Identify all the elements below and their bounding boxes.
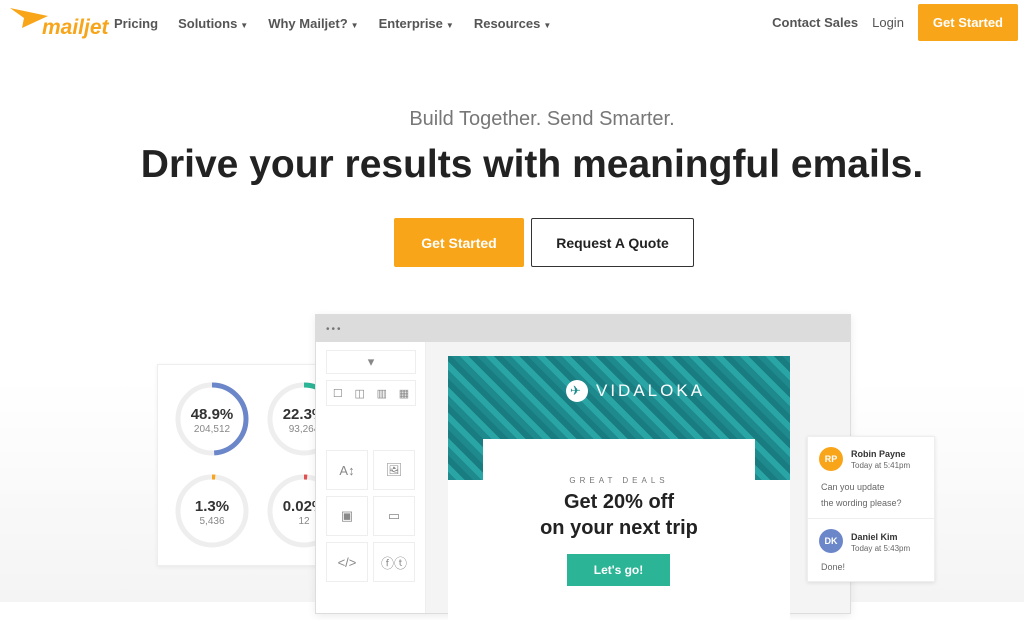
nav-item[interactable]: Why Mailjet? ▼: [268, 16, 358, 31]
three-column-icon[interactable]: ▥: [377, 387, 387, 400]
html-block-icon[interactable]: </>: [326, 542, 368, 582]
nav-get-started-button[interactable]: Get Started: [917, 4, 1018, 41]
stat-count: 5,436: [199, 516, 225, 527]
email-eyebrow: GREAT DEALS: [569, 476, 669, 485]
social-block-icon[interactable]: ⓕⓣ: [373, 542, 415, 582]
lets-go-button[interactable]: Let's go!: [567, 554, 670, 586]
nav-item[interactable]: Pricing: [114, 16, 158, 31]
one-column-icon[interactable]: ☐: [333, 387, 343, 400]
avatar: RP: [819, 447, 843, 471]
nav-item[interactable]: Resources ▼: [474, 16, 551, 31]
button-block-icon[interactable]: ▭: [373, 496, 415, 536]
email-brand: VIDALOKA: [596, 381, 706, 400]
section-icon[interactable]: ▾: [326, 350, 416, 374]
comment-text: Done!: [821, 562, 846, 572]
airplane-icon: ✈: [566, 380, 588, 402]
column-layouts[interactable]: ☐ ◫ ▥ ▦: [326, 380, 416, 406]
stat-count: 204,512: [193, 424, 231, 435]
window-dots: •••: [316, 315, 850, 342]
contact-sales-link[interactable]: Contact Sales: [772, 15, 858, 30]
caret-down-icon: ▼: [543, 21, 552, 30]
comment-author: Robin Payne: [851, 449, 906, 459]
mailjet-logo[interactable]: mailjet: [10, 6, 109, 40]
comment-time: Today at 5:41pm: [851, 461, 911, 470]
caret-down-icon: ▼: [445, 21, 454, 30]
get-started-button[interactable]: Get Started: [394, 218, 524, 267]
four-column-icon[interactable]: ▦: [399, 387, 409, 400]
comment-time: Today at 5:43pm: [851, 544, 911, 553]
comment-text: Can you update: [821, 482, 885, 492]
avatar: DK: [819, 529, 843, 553]
main-menu: Pricing Solutions ▼ Why Mailjet? ▼ Enterprise…: [114, 16, 551, 31]
stat-ring: 48.9% 204,512: [174, 381, 250, 457]
login-link[interactable]: Login: [872, 15, 904, 30]
email-headline: Get 20% off on your next trip: [540, 491, 698, 539]
hero-title: Drive your results with meaningful email…: [140, 143, 924, 186]
tools-panel: ▾ ☐ ◫ ▥ ▦ A↕ 🖼 ▣ ▭ </> ⓕⓣ: [316, 342, 426, 613]
caret-down-icon: ▼: [240, 21, 249, 30]
stat-value: 48.9%: [190, 406, 234, 423]
image-block-icon[interactable]: 🖼: [373, 450, 415, 490]
comment-text: the wording please?: [821, 498, 902, 508]
hero-subtitle: Build Together. Send Smarter.: [409, 108, 675, 130]
caret-down-icon: ▼: [350, 21, 359, 30]
stat-value: 1.3%: [194, 498, 230, 515]
email-builder-window: ••• ▾ ☐ ◫ ▥ ▦ A↕ 🖼 ▣ ▭ </> ⓕⓣ ✈ VIDALOKA GRE…: [315, 314, 851, 620]
comment-author: Daniel Kim: [851, 532, 898, 542]
logo-text: mailjet: [42, 16, 109, 39]
text-block-icon[interactable]: A↕: [326, 450, 368, 490]
video-block-icon[interactable]: ▣: [326, 496, 368, 536]
top-nav: mailjet Pricing Solutions ▼ Why Mailjet? ▼ En…: [0, 0, 1024, 46]
nav-item[interactable]: Solutions ▼: [178, 16, 248, 31]
nav-item[interactable]: Enterprise ▼: [379, 16, 454, 31]
two-column-icon[interactable]: ◫: [354, 387, 364, 400]
email-canvas: ✈ VIDALOKA GREAT DEALS Get 20% off on your…: [426, 342, 850, 620]
comments-panel: RP Robin Payne Today at 5:41pm Can you u…: [807, 436, 935, 582]
request-quote-button[interactable]: Request A Quote: [531, 218, 694, 267]
stat-ring: 1.3% 5,436: [174, 473, 250, 549]
